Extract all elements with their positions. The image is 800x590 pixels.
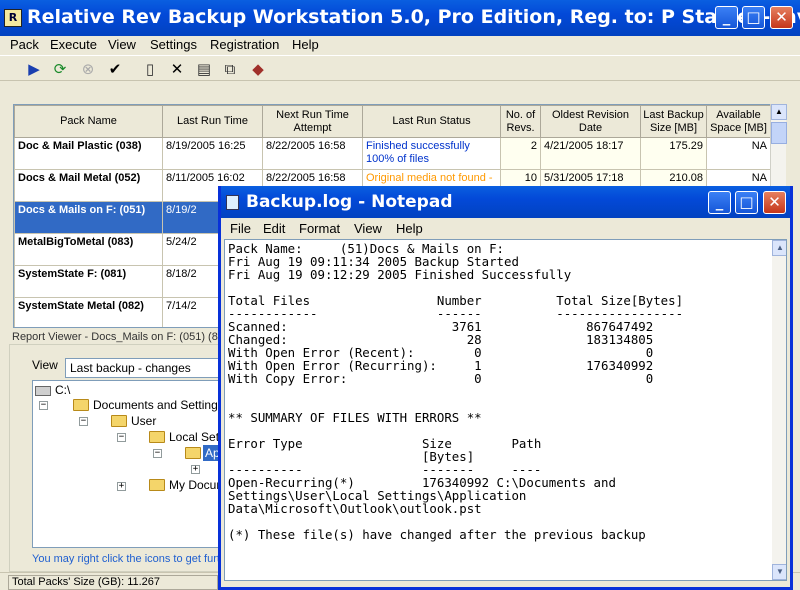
log-content: Pack Name: (51)Docs & Mails on F: Fri Au… xyxy=(228,242,683,541)
stop-icon[interactable]: ⊗ xyxy=(78,59,98,79)
check-icon[interactable]: ✔ xyxy=(105,59,125,79)
notepad-maximize-button[interactable]: □ xyxy=(735,191,758,214)
copy-icon[interactable]: ⧉ xyxy=(220,59,240,79)
notepad-title-bar[interactable]: Backup.log - Notepad _ □ ✕ xyxy=(221,186,790,218)
column-header[interactable]: Available Space [MB] xyxy=(706,105,771,138)
help-book-icon[interactable]: ◆ xyxy=(248,59,268,79)
next-run-time: 8/22/2005 16:58 xyxy=(262,137,363,170)
notepad-menu-file[interactable]: File xyxy=(230,221,251,236)
log-line: With Copy Error: 0 0 xyxy=(228,371,654,386)
notepad-close-button[interactable]: ✕ xyxy=(763,191,786,214)
scroll-up-icon[interactable]: ▲ xyxy=(772,240,786,256)
log-line: ** SUMMARY OF FILES WITH ERRORS ** xyxy=(228,410,482,425)
column-header[interactable]: Next Run Time Attempt xyxy=(262,105,363,138)
oldest-revision-date: 4/21/2005 18:17 xyxy=(540,137,641,170)
view-label: View xyxy=(32,358,58,372)
menu-pack[interactable]: Pack xyxy=(10,37,39,52)
tree-node-user[interactable]: User xyxy=(131,413,156,429)
folder-icon xyxy=(149,479,165,491)
last-run-status: Finished successfully 100% of files xyxy=(362,137,501,170)
pack-name: Docs & Mails on F: (051) xyxy=(14,201,163,234)
collapse-icon[interactable]: − xyxy=(39,401,48,410)
status-line: 100% of files xyxy=(366,153,429,165)
menu-view[interactable]: View xyxy=(108,37,136,52)
new-icon[interactable]: ▯ xyxy=(140,59,160,79)
tree-node-c-drive[interactable]: C:\ xyxy=(55,382,70,398)
menu-settings[interactable]: Settings xyxy=(150,37,197,52)
available-space: NA xyxy=(706,137,771,170)
collapse-icon[interactable]: − xyxy=(117,433,126,442)
toolbar: ▶ ⟳ ⊗ ✔ ▯ ✕ ▤ ⧉ ◆ xyxy=(0,55,800,81)
window-title: Relative Rev Backup Workstation 5.0, Pro… xyxy=(27,6,800,28)
refresh-icon[interactable]: ⟳ xyxy=(50,59,70,79)
menu-bar: Pack Execute View Settings Registration … xyxy=(0,36,800,54)
app-icon[interactable]: R xyxy=(4,9,22,27)
status-line: Finished successfully xyxy=(366,140,470,152)
folder-icon xyxy=(149,431,165,443)
minimize-button[interactable]: _ xyxy=(715,6,738,29)
column-header[interactable]: Last Backup Size [MB] xyxy=(640,105,707,138)
menu-registration[interactable]: Registration xyxy=(210,37,279,52)
log-line: Data\Microsoft\Outlook\outlook.pst xyxy=(228,501,482,516)
folder-icon xyxy=(73,399,89,411)
pack-name: Doc & Mail Plastic (038) xyxy=(14,137,163,170)
column-header[interactable]: Oldest Revision Date xyxy=(540,105,641,138)
column-header[interactable]: No. of Revs. xyxy=(500,105,541,138)
pack-name: SystemState F: (081) xyxy=(14,265,163,298)
expand-icon[interactable]: + xyxy=(191,465,200,474)
notepad-menu-view[interactable]: View xyxy=(354,221,382,236)
notepad-icon[interactable] xyxy=(226,195,239,210)
view-select[interactable]: Last backup - changes xyxy=(65,358,225,378)
notepad-minimize-button[interactable]: _ xyxy=(708,191,731,214)
tree-node-local-settings[interactable]: Local Settin xyxy=(169,429,221,445)
expand-icon[interactable]: + xyxy=(117,482,126,491)
backup-size: 175.29 xyxy=(640,137,707,170)
log-line: (*) These file(s) have changed after the… xyxy=(228,527,646,542)
folder-icon xyxy=(185,447,201,459)
menu-execute[interactable]: Execute xyxy=(50,37,97,52)
menu-help[interactable]: Help xyxy=(292,37,319,52)
hint-text: You may right click the icons to get fur… xyxy=(32,553,227,565)
report-viewer-label: Report Viewer - Docs_Mails on F: (051) (… xyxy=(12,331,221,343)
notepad-menu-format[interactable]: Format xyxy=(299,221,340,236)
notepad-text-area[interactable]: Pack Name: (51)Docs & Mails on F: Fri Au… xyxy=(224,239,787,581)
notepad-menu-edit[interactable]: Edit xyxy=(263,221,285,236)
column-header[interactable]: Last Run Time xyxy=(162,105,263,138)
folder-icon xyxy=(111,415,127,427)
delete-icon[interactable]: ✕ xyxy=(167,59,187,79)
last-run-time: 8/19/2005 16:25 xyxy=(162,137,263,170)
maximize-button[interactable]: □ xyxy=(742,6,765,29)
log-line: Fri Aug 19 09:12:29 2005 Finished Succes… xyxy=(228,267,572,282)
notepad-menu-help[interactable]: Help xyxy=(396,221,423,236)
collapse-icon[interactable]: − xyxy=(79,417,88,426)
collapse-icon[interactable]: − xyxy=(153,449,162,458)
scroll-down-icon[interactable]: ▼ xyxy=(772,564,786,580)
column-header[interactable]: Last Run Status xyxy=(362,105,501,138)
run-icon[interactable]: ▶ xyxy=(24,59,44,79)
table-row[interactable]: Doc & Mail Plastic (038) 8/19/2005 16:25… xyxy=(14,137,771,170)
total-size-status: Total Packs' Size (GB): 11.267 xyxy=(8,575,218,590)
drive-icon xyxy=(35,386,51,396)
tree-node-documents-and-settings[interactable]: Documents and Settings xyxy=(93,397,221,413)
title-bar[interactable]: R Relative Rev Backup Workstation 5.0, P… xyxy=(0,0,800,36)
pack-name: SystemState Metal (082) xyxy=(14,297,163,327)
notepad-title: Backup.log - Notepad xyxy=(246,192,453,212)
pack-name: MetalBigToMetal (083) xyxy=(14,233,163,266)
column-header[interactable]: Pack Name xyxy=(14,105,163,138)
close-button[interactable]: ✕ xyxy=(770,6,793,29)
scroll-thumb[interactable] xyxy=(771,122,787,144)
properties-icon[interactable]: ▤ xyxy=(194,59,214,79)
notepad-menu-bar: File Edit Format View Help xyxy=(221,219,790,237)
notepad-window: Backup.log - Notepad _ □ ✕ File Edit For… xyxy=(218,186,793,590)
file-tree[interactable]: C:\ − Documents and Settings − User − Lo… xyxy=(32,380,222,548)
tree-node-my-documents[interactable]: My Docum xyxy=(169,477,221,493)
notepad-scrollbar[interactable]: ▲ ▼ xyxy=(772,240,786,580)
pack-name: Docs & Mail Metal (052) xyxy=(14,169,163,202)
scroll-up-icon[interactable]: ▲ xyxy=(771,104,787,120)
revision-count: 2 xyxy=(500,137,541,170)
